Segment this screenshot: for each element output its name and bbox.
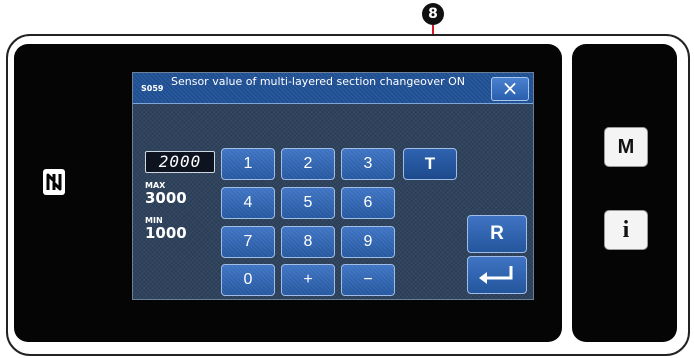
nfc-icon	[43, 169, 65, 195]
key-plus[interactable]: +	[281, 264, 335, 296]
key-4[interactable]: 4	[221, 187, 275, 219]
key-minus[interactable]: −	[341, 264, 395, 296]
min-value: 1000	[145, 224, 187, 242]
key-0[interactable]: 0	[221, 264, 275, 296]
value-input-display[interactable]: 2000	[145, 151, 215, 173]
key-9[interactable]: 9	[341, 226, 395, 258]
key-7[interactable]: 7	[221, 226, 275, 258]
dialog-title-bar: S059 Sensor value of multi-layered secti…	[133, 73, 533, 104]
enter-icon	[479, 266, 513, 284]
close-icon: ×	[501, 76, 519, 100]
close-button[interactable]: ×	[491, 77, 529, 101]
m-button[interactable]: M	[604, 127, 648, 167]
dialog-title: Sensor value of multi-layered section ch…	[171, 75, 466, 88]
callout-number-badge: 8	[422, 3, 444, 25]
key-1[interactable]: 1	[221, 148, 275, 180]
key-2[interactable]: 2	[281, 148, 335, 180]
key-6[interactable]: 6	[341, 187, 395, 219]
teach-button[interactable]: T	[403, 148, 457, 180]
enter-button[interactable]	[467, 256, 527, 294]
key-3[interactable]: 3	[341, 148, 395, 180]
side-button-panel	[572, 44, 677, 342]
reset-button[interactable]: R	[467, 215, 527, 253]
max-value: 3000	[145, 189, 187, 207]
lcd-screen: S059 Sensor value of multi-layered secti…	[132, 72, 534, 300]
key-5[interactable]: 5	[281, 187, 335, 219]
key-8[interactable]: 8	[281, 226, 335, 258]
info-button[interactable]: i	[604, 210, 648, 250]
function-code: S059	[141, 84, 164, 93]
